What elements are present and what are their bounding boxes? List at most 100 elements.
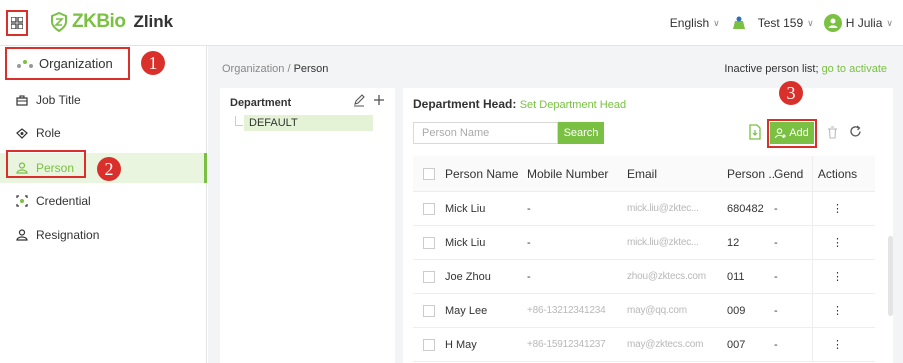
- person-highlight-box: [6, 150, 86, 178]
- organization-label: Organization: [39, 56, 113, 71]
- table-row[interactable]: H May +86-15912341237 may@zktecs.com 007…: [413, 328, 875, 362]
- sidebar-item-label: Credential: [36, 194, 91, 208]
- sidebar: Organization Job Title Role Person Crede…: [0, 46, 207, 363]
- breadcrumb: Organization / Person: [222, 63, 328, 75]
- header-mobile-number[interactable]: Mobile Number: [527, 167, 627, 181]
- cell-mobile: +86-13212341234: [527, 305, 606, 316]
- add-button-label: Add: [789, 127, 809, 139]
- table-row[interactable]: Mick Liu - mick.liu@zktec... 12 - ⋮: [413, 226, 875, 260]
- header-person-name[interactable]: Person Name: [445, 167, 527, 181]
- cell-gender: -: [774, 202, 778, 215]
- cell-person-id: 007: [727, 338, 746, 351]
- plus-icon[interactable]: [373, 93, 385, 107]
- select-all-cell: [413, 167, 445, 180]
- cell-person-id: 680482: [727, 202, 764, 215]
- add-person-button[interactable]: Add: [770, 122, 814, 144]
- table-row[interactable]: Joe Zhou - zhou@zktecs.com 011 - ⋮: [413, 260, 875, 294]
- search-button[interactable]: Search: [558, 122, 604, 144]
- inactive-text: Inactive person list;: [724, 63, 819, 75]
- department-node-default[interactable]: DEFAULT: [244, 115, 373, 131]
- language-select[interactable]: English ∨: [670, 16, 720, 30]
- person-name-search-input[interactable]: [413, 122, 558, 144]
- row-checkbox[interactable]: [423, 338, 435, 351]
- sidebar-item-label: Role: [36, 126, 61, 140]
- apps-grid-button[interactable]: [6, 10, 28, 36]
- row-checkbox-cell: [413, 270, 445, 283]
- cell-gender: -: [774, 270, 778, 283]
- row-checkbox[interactable]: [423, 236, 435, 249]
- user-name: H Julia: [845, 16, 883, 30]
- row-checkbox-cell: [413, 304, 445, 317]
- header-gender[interactable]: Gend: [774, 167, 812, 181]
- step-badge-2: 2: [97, 157, 121, 181]
- row-checkbox[interactable]: [423, 270, 435, 283]
- chevron-down-icon: ∨: [886, 17, 893, 28]
- sidebar-item-credential[interactable]: Credential: [0, 186, 207, 216]
- more-actions-icon[interactable]: ⋮: [812, 226, 862, 259]
- refresh-icon[interactable]: [849, 125, 862, 138]
- sidebar-item-label: Job Title: [36, 93, 81, 107]
- breadcrumb-parent[interactable]: Organization: [222, 63, 284, 75]
- cell-person-name: Mick Liu: [445, 236, 486, 249]
- table-row[interactable]: Mick Liu - mick.liu@zktec... 680482 - ⋮: [413, 192, 875, 226]
- more-actions-icon[interactable]: ⋮: [812, 192, 862, 225]
- department-head: Department Head: Set Department Head: [413, 97, 626, 111]
- language-label: English: [669, 16, 710, 30]
- more-actions-icon[interactable]: ⋮: [812, 294, 862, 327]
- cell-email: zhou@zktecs.com: [627, 271, 706, 282]
- header-person-id[interactable]: Person ...: [727, 167, 774, 181]
- header-email[interactable]: Email: [627, 167, 727, 181]
- cell-gender: -: [774, 304, 778, 317]
- organization-menu[interactable]: Organization: [5, 47, 130, 80]
- grid-icon: [11, 17, 23, 29]
- more-actions-icon[interactable]: ⋮: [812, 328, 862, 361]
- header-actions: Actions: [812, 156, 862, 191]
- sidebar-item-role[interactable]: Role: [0, 118, 207, 148]
- step-badge-1: 1: [141, 51, 165, 75]
- cell-mobile: -: [527, 236, 531, 249]
- select-all-checkbox[interactable]: [423, 167, 435, 180]
- table-scrollbar[interactable]: [888, 236, 893, 316]
- department-title: Department: [230, 97, 292, 109]
- cell-person-name: May Lee: [445, 304, 488, 317]
- breadcrumb-separator: /: [287, 63, 291, 75]
- department-tools: [353, 93, 385, 107]
- step-badge-3: 3: [779, 81, 803, 105]
- table-row[interactable]: May Lee +86-13212341234 may@qq.com 009 -…: [413, 294, 875, 328]
- cell-email: mick.liu@zktec...: [627, 203, 699, 214]
- activate-link[interactable]: go to activate: [822, 63, 887, 75]
- set-department-head-link[interactable]: Set Department Head: [520, 99, 626, 111]
- row-checkbox[interactable]: [423, 304, 435, 317]
- app-logo[interactable]: ZKBio Zlink: [50, 11, 173, 33]
- chevron-down-icon: ∨: [807, 17, 814, 28]
- notification-button[interactable]: [730, 15, 748, 31]
- cell-gender: -: [774, 236, 778, 249]
- row-checkbox-cell: [413, 236, 445, 249]
- top-header: ZKBio Zlink English ∨ Test 159 ∨ H Julia…: [0, 0, 903, 46]
- tenant-label: Test 159: [757, 16, 804, 30]
- inactive-person-notice: Inactive person list; go to activate: [724, 63, 887, 75]
- user-menu[interactable]: H Julia ∨: [823, 14, 893, 32]
- tenant-select[interactable]: Test 159 ∨: [758, 16, 814, 30]
- breadcrumb-current: Person: [293, 63, 329, 75]
- cell-mobile: -: [527, 270, 531, 283]
- department-panel: Department DEFAULT: [220, 88, 395, 363]
- edit-icon[interactable]: [353, 93, 365, 107]
- more-actions-icon[interactable]: ⋮: [812, 260, 862, 293]
- delete-icon[interactable]: [827, 126, 838, 139]
- table-header: Person Name Mobile Number Email Person .…: [413, 156, 875, 192]
- cell-person-id: 12: [727, 236, 740, 249]
- sidebar-item-resignation[interactable]: Resignation: [0, 220, 207, 250]
- cell-mobile: -: [527, 202, 531, 215]
- export-icon[interactable]: [748, 124, 762, 140]
- role-icon: [16, 127, 28, 139]
- person-table: Person Name Mobile Number Email Person .…: [413, 156, 875, 362]
- sidebar-item-job-title[interactable]: Job Title: [0, 85, 207, 115]
- cell-email: may@zktecs.com: [627, 339, 704, 350]
- user-icon: [828, 18, 838, 28]
- cell-email: may@qq.com: [627, 305, 687, 316]
- add-user-icon: [775, 127, 787, 138]
- row-checkbox[interactable]: [423, 202, 435, 215]
- logo-sub-text: Zlink: [133, 12, 174, 31]
- chevron-down-icon: ∨: [713, 17, 720, 28]
